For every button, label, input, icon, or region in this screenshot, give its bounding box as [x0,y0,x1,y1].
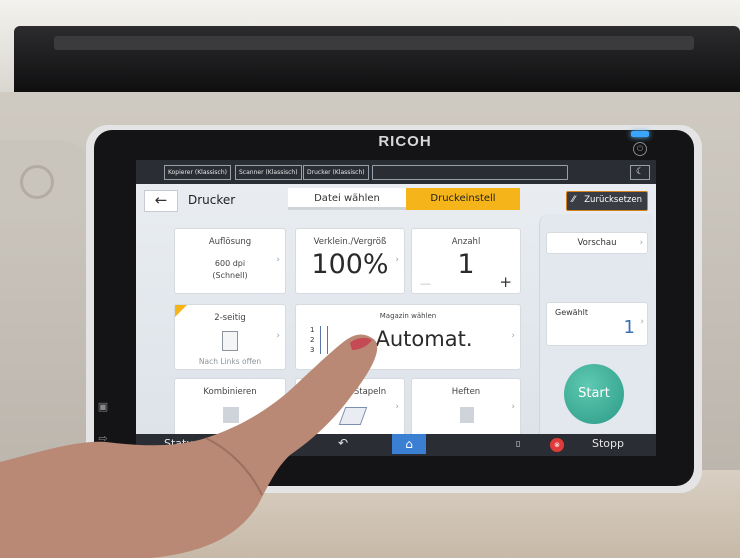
tray-value: Automat. [375,327,473,351]
copies-increment-button[interactable]: + [499,273,512,291]
combine-label: Kombinieren [203,387,257,397]
chevron-right-icon: › [276,402,280,412]
sleep-mode-icon[interactable]: ☾ [630,165,650,180]
data-lamp-icon: ▯ [516,439,521,448]
stack-label: Stapeln [353,387,387,397]
chevron-right-icon: › [395,402,399,412]
message-field [372,165,568,180]
app-tab-copier[interactable]: Kopierer (Klassisch) [164,165,231,180]
printer-photo: RICOH ⏻ ▣ ⇨ Kopierer (Klassisch) Scanner… [0,0,740,558]
reset-icon: ⁄⁄ [572,195,576,205]
combine-tile[interactable]: Kombinieren › [174,378,286,438]
print-settings-screen: ← Drucker Datei wählen Druckeinstell ⁄⁄ … [136,184,656,438]
status-led [631,131,649,137]
chevron-right-icon: › [276,255,280,265]
stop-button[interactable]: Stopp [592,437,624,450]
reset-label: Zurücksetzen [584,195,642,205]
duplex-page-icon [222,331,238,351]
app-tab-printer[interactable]: Drucker (Klassisch) [303,165,369,180]
stack-icon [338,407,368,425]
screen-title: Drucker [188,193,236,207]
tray-number-2: 2 [310,336,315,344]
stop-icon[interactable]: ⊗ [550,438,564,452]
resolution-tile[interactable]: Auflösung 600 dpi (Schnell) › [174,228,286,294]
app-tab-scanner[interactable]: Scanner (Klassisch) [235,165,302,180]
resolution-value: 600 dpi [214,259,246,268]
tab-select-file[interactable]: Datei wählen [288,188,406,210]
status-button[interactable]: Status n [164,437,210,450]
tray-numbers: 1 2 3 [310,325,314,355]
job-side-panel: Vorschau › Gewählt 1 › Start [539,214,653,434]
duplex-sublabel: Nach Links offen [198,357,262,366]
chevron-right-icon: › [640,317,644,327]
lid-slot [54,36,694,50]
copies-tile: Anzahl 1 — + [411,228,521,294]
preview-label: Vorschau [577,238,617,248]
staple-tile[interactable]: Heften › [411,378,521,438]
printer-lid [14,26,740,92]
chevron-right-icon: › [511,402,515,412]
selected-label: Gewählt [555,308,588,317]
tray-select-tile[interactable]: Magazin wählen 1 2 3 Automat. › [295,304,521,370]
staple-label: Heften [451,387,481,397]
tray-number-3: 3 [310,346,315,354]
duplex-label: 2-seitig [214,313,246,323]
chevron-right-icon: › [276,331,280,341]
zoom-tile[interactable]: Verklein./Vergröß 100% › [295,228,405,294]
home-icon[interactable]: ⌂ [392,434,426,454]
tray-label: Magazin wählen [379,312,437,320]
copies-label: Anzahl [451,237,481,247]
data-in-icon: ▣ [97,400,109,413]
undo-icon[interactable]: ↶ [338,436,348,450]
resolution-mode: (Schnell) [212,271,248,280]
login-icon: ⇨ [98,432,108,445]
duplex-tile[interactable]: 2-seitig Nach Links offen › [174,304,286,370]
reset-button[interactable]: ⁄⁄ Zurücksetzen [566,191,648,211]
tray-stack-icon [320,326,328,354]
system-bar: Status n ↶ ⌂ ▯ ⊗ Stopp [136,434,656,456]
chevron-right-icon: › [511,331,515,341]
brand-logo: RICOH [378,133,432,150]
preview-button[interactable]: Vorschau › [546,232,648,254]
side-dial [20,165,54,199]
resolution-label: Auflösung [208,237,252,247]
selected-value: 1 [623,317,635,338]
combine-icon [223,407,239,423]
stack-tile[interactable]: Stapeln › [295,378,405,438]
chevron-right-icon: › [639,238,643,248]
tab-print-settings[interactable]: Druckeinstell [406,188,520,210]
staple-icon [460,407,474,423]
tray-number-1: 1 [310,326,315,334]
touchscreen: Kopierer (Klassisch) Scanner (Klassisch)… [136,160,656,456]
copies-decrement-button[interactable]: — [420,277,431,290]
chevron-right-icon: › [395,255,399,265]
zoom-value: 100% [311,249,389,280]
selected-count-box[interactable]: Gewählt 1 › [546,302,648,346]
start-button[interactable]: Start [564,364,624,424]
app-bar: Kopierer (Klassisch) Scanner (Klassisch)… [136,160,656,184]
zoom-label: Verklein./Vergröß [313,237,387,247]
energy-saver-icon[interactable]: ⏻ [633,142,647,156]
back-button[interactable]: ← [144,190,178,212]
